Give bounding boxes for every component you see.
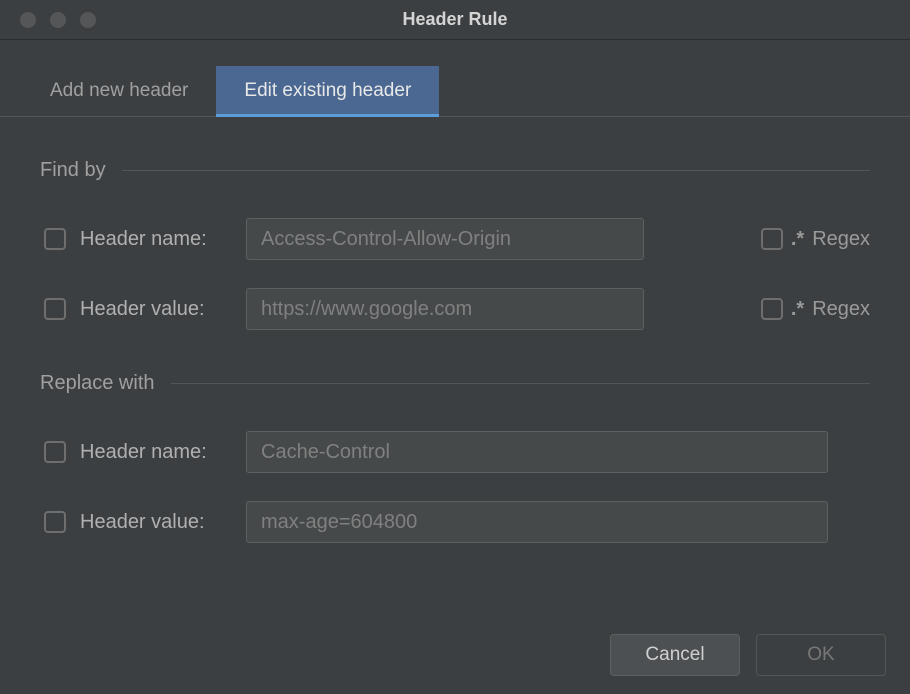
dialog-footer: Cancel OK	[610, 634, 886, 676]
find-header-name-row: Header name: .* Regex	[40, 218, 870, 260]
find-header-value-row: Header value: .* Regex	[40, 288, 870, 330]
divider	[122, 170, 870, 171]
section-title-replace-with: Replace with	[40, 372, 155, 395]
find-header-name-checkbox[interactable]	[44, 228, 66, 250]
dialog-content: Find by Header name: .* Regex Header val…	[0, 159, 910, 543]
cancel-button[interactable]: Cancel	[610, 634, 740, 676]
find-header-value-regex-label: Regex	[812, 298, 870, 321]
tab-add-new-header[interactable]: Add new header	[22, 66, 216, 116]
replace-header-name-checkbox[interactable]	[44, 441, 66, 463]
find-header-value-regex-checkbox[interactable]	[761, 298, 783, 320]
find-header-name-label: Header name:	[80, 228, 232, 251]
replace-header-value-label: Header value:	[80, 511, 232, 534]
close-window-icon[interactable]	[20, 12, 36, 28]
regex-icon: .*	[791, 228, 804, 251]
tab-bar: Add new header Edit existing header	[0, 66, 910, 117]
replace-header-name-label: Header name:	[80, 441, 232, 464]
find-header-value-label: Header value:	[80, 298, 232, 321]
window-controls	[0, 12, 96, 28]
titlebar: Header Rule	[0, 0, 910, 40]
find-header-name-regex-label: Regex	[812, 228, 870, 251]
maximize-window-icon[interactable]	[80, 12, 96, 28]
replace-header-name-input[interactable]	[246, 431, 828, 473]
divider	[171, 383, 870, 384]
replace-header-value-row: Header value:	[40, 501, 870, 543]
find-header-name-regex-checkbox[interactable]	[761, 228, 783, 250]
find-header-name-regex-group: .* Regex	[761, 228, 870, 251]
find-header-value-input[interactable]	[246, 288, 644, 330]
regex-icon: .*	[791, 298, 804, 321]
section-find-by: Find by Header name: .* Regex Header val…	[40, 159, 870, 330]
window-title: Header Rule	[402, 9, 507, 30]
replace-header-name-row: Header name:	[40, 431, 870, 473]
tab-edit-existing-header[interactable]: Edit existing header	[216, 66, 439, 116]
find-header-name-input[interactable]	[246, 218, 644, 260]
replace-header-value-checkbox[interactable]	[44, 511, 66, 533]
ok-button[interactable]: OK	[756, 634, 886, 676]
section-title-find-by: Find by	[40, 159, 106, 182]
replace-header-value-input[interactable]	[246, 501, 828, 543]
find-header-value-checkbox[interactable]	[44, 298, 66, 320]
find-header-value-regex-group: .* Regex	[761, 298, 870, 321]
minimize-window-icon[interactable]	[50, 12, 66, 28]
section-replace-with: Replace with Header name: Header value:	[40, 372, 870, 543]
